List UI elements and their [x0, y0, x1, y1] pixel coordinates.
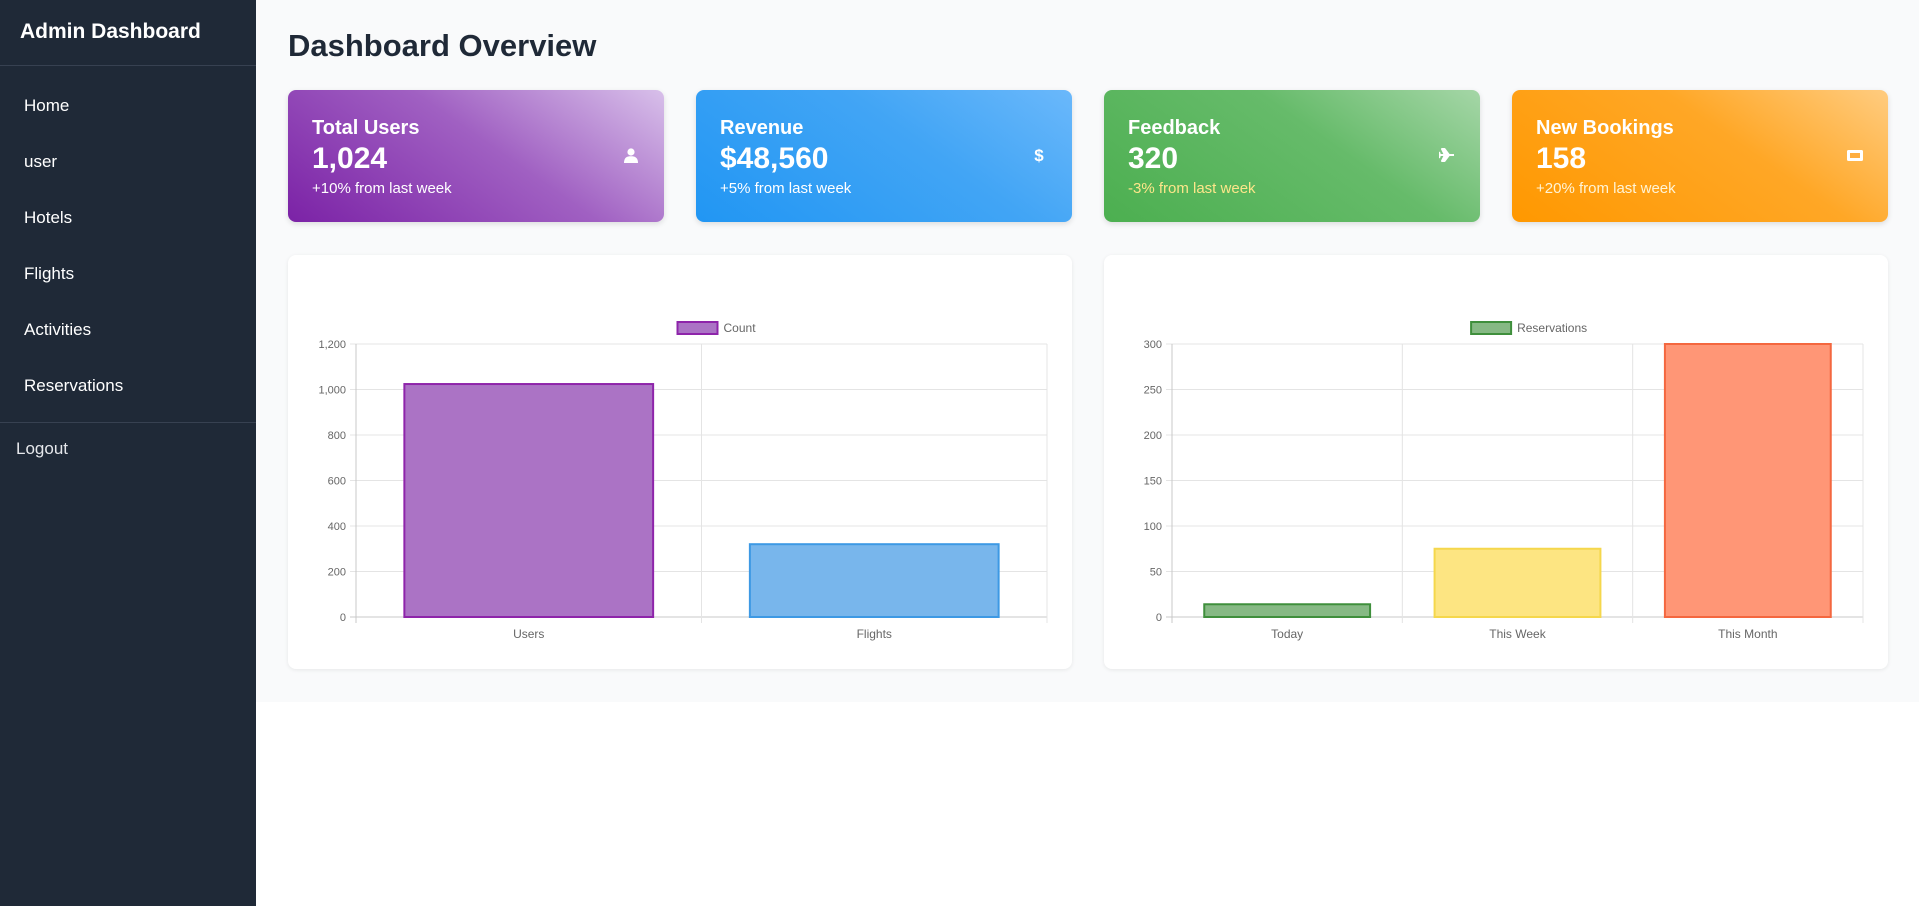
chart-panel-reservations: 0 50 100 150 200 250 300 Today This Week This Mon… — [1104, 255, 1888, 669]
card-label: Revenue — [720, 117, 804, 139]
stat-card-new-bookings: New Bookings 158 +20% from last week — [1512, 90, 1888, 222]
y-tick-label: 150 — [1144, 476, 1162, 488]
bar-chart-reservations: 0 50 100 150 200 250 300 Today This Week This Mon… — [1144, 321, 1864, 641]
y-tick-label: 400 — [328, 521, 346, 533]
chart-panel-users-flights: 0 200 400 600 800 1,000 1,200 Users Flights Count — [288, 255, 1072, 669]
card-value: 320 — [1128, 142, 1179, 175]
bar-users — [403, 383, 655, 618]
card-change: +5% from last week — [720, 180, 852, 197]
bar-this-week — [1433, 547, 1602, 618]
legend-label: Reservations — [1517, 321, 1587, 335]
svg-text:$: $ — [1034, 146, 1044, 164]
sidebar-item-reservations[interactable]: Reservations — [0, 358, 256, 414]
stat-card-revenue: Revenue $48,560 +5% from last week $ — [696, 90, 1072, 222]
y-tick-label: 100 — [1144, 521, 1162, 533]
user-icon — [622, 146, 640, 164]
dollar-icon: $ — [1030, 146, 1048, 164]
card-change: -3% from last week — [1128, 180, 1256, 197]
y-tick-label: 1,200 — [318, 339, 346, 351]
x-tick-label: Flights — [857, 627, 892, 641]
plane-icon — [1438, 146, 1456, 164]
legend-swatch — [676, 321, 719, 335]
page-title: Dashboard Overview — [288, 28, 597, 63]
stat-card-feedback: Feedback 320 -3% from last week — [1104, 90, 1480, 222]
card-change: +20% from last week — [1536, 180, 1676, 197]
y-tick-label: 200 — [328, 567, 346, 579]
bar-today — [1203, 603, 1372, 619]
card-label: Feedback — [1128, 117, 1221, 139]
card-label: New Bookings — [1536, 117, 1674, 139]
sidebar-divider — [0, 422, 256, 423]
ticket-icon — [1846, 146, 1864, 164]
y-tick-label: 600 — [328, 476, 346, 488]
x-tick-label: Today — [1271, 627, 1303, 641]
x-tick-label: Users — [513, 627, 544, 641]
sidebar-item-user[interactable]: user — [0, 134, 256, 190]
main-content: Dashboard Overview Total Users 1,024 +10… — [256, 0, 1919, 702]
y-tick-label: 300 — [1144, 339, 1162, 351]
legend-label: Count — [724, 321, 757, 335]
card-value: $48,560 — [720, 142, 829, 175]
y-tick-label: 200 — [1144, 430, 1162, 442]
logout-button[interactable]: Logout — [0, 439, 256, 459]
y-tick-label: 50 — [1150, 567, 1162, 579]
sidebar-item-hotels[interactable]: Hotels — [0, 190, 256, 246]
card-value: 1,024 — [312, 142, 388, 175]
y-tick-label: 250 — [1144, 385, 1162, 397]
card-label: Total Users — [312, 117, 420, 139]
y-tick-label: 0 — [1156, 612, 1162, 624]
sidebar-nav: Home user Hotels Flights Activities Rese… — [0, 66, 256, 414]
bar-flights — [748, 543, 1000, 619]
x-tick-label: This Month — [1718, 627, 1777, 641]
card-value: 158 — [1536, 142, 1587, 175]
stat-card-total-users: Total Users 1,024 +10% from last week — [288, 90, 664, 222]
sidebar: Admin Dashboard Home user Hotels Flights… — [0, 0, 256, 906]
y-tick-label: 800 — [328, 430, 346, 442]
x-tick-label: This Week — [1489, 627, 1546, 641]
card-change: +10% from last week — [312, 180, 452, 197]
y-tick-label: 1,000 — [318, 385, 346, 397]
y-tick-label: 0 — [340, 612, 346, 624]
bar-chart-count: 0 200 400 600 800 1,000 1,200 Users Flights Count — [318, 321, 1048, 641]
sidebar-item-activities[interactable]: Activities — [0, 302, 256, 358]
sidebar-title: Admin Dashboard — [0, 0, 256, 66]
legend-swatch — [1470, 321, 1513, 335]
sidebar-item-flights[interactable]: Flights — [0, 246, 256, 302]
sidebar-item-home[interactable]: Home — [0, 78, 256, 134]
bar-this-month — [1663, 343, 1832, 618]
